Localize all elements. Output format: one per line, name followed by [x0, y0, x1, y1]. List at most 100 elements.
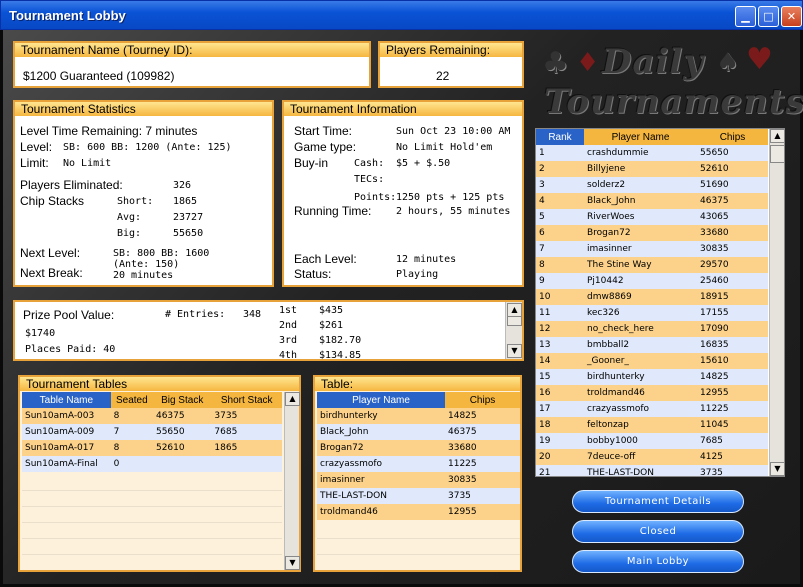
col-seated[interactable]: Seated: [110, 392, 153, 408]
next-break-label: Next Break:: [20, 266, 83, 280]
scroll-down-icon[interactable]: ▼: [770, 462, 784, 476]
col-rank[interactable]: Rank: [536, 129, 584, 145]
ranking-row[interactable]: 12 no_check_here 17090: [536, 321, 768, 337]
title-bar[interactable]: Tournament Lobby ▁ □ ✕: [0, 0, 803, 30]
payout-amount: $134.85: [319, 350, 362, 359]
player-name-cell: Brogan72: [320, 443, 364, 453]
scroll-down-icon[interactable]: ▼: [285, 556, 300, 570]
ranking-row[interactable]: 14 _Gooner_ 15610: [536, 353, 768, 369]
ranking-chips-cell: 15610: [700, 356, 729, 366]
ranking-row[interactable]: 2 Billyjene 52610: [536, 161, 768, 177]
ranking-row[interactable]: 7 imasinner 30835: [536, 241, 768, 257]
ranking-chips-cell: 11045: [700, 420, 729, 430]
col-ranking-player[interactable]: Player Name: [584, 129, 697, 145]
table-row[interactable]: Sun10amA-Final 0: [22, 456, 282, 472]
payout-amount: $435: [319, 305, 344, 316]
rank-cell: 10: [539, 292, 551, 302]
col-short-stack[interactable]: Short Stack: [211, 392, 282, 408]
ranking-scrollbar[interactable]: ▲ ▼: [769, 129, 784, 476]
ranking-row[interactable]: 18 feltonzap 11045: [536, 417, 768, 433]
seated-cell: 7: [113, 427, 120, 437]
col-chips[interactable]: Chips: [445, 392, 520, 408]
ranking-row[interactable]: 8 The Stine Way 29570: [536, 257, 768, 273]
minimize-button[interactable]: ▁: [735, 6, 756, 27]
closed-button[interactable]: Closed: [572, 520, 744, 543]
scroll-up-icon[interactable]: ▲: [285, 392, 300, 406]
tournament-details-button[interactable]: Tournament Details: [572, 490, 744, 513]
table-row[interactable]: Sun10amA-009 7 55650 7685: [22, 424, 282, 440]
ranking-player-cell: troldmand46: [587, 388, 645, 398]
short-stack-label: Short:: [117, 196, 154, 207]
rank-cell: 6: [539, 228, 545, 238]
big-stack-cell: [153, 456, 211, 472]
ranking-row[interactable]: 13 bmbball2 16835: [536, 337, 768, 353]
main-lobby-button[interactable]: Main Lobby: [572, 550, 744, 573]
ranking-row[interactable]: 16 troldmand46 12955: [536, 385, 768, 401]
ranking-chips-cell: 7685: [700, 436, 723, 446]
tournament-tables-header: Tournament Tables: [20, 377, 299, 391]
eliminated-value: 326: [173, 180, 192, 191]
scroll-up-icon[interactable]: ▲: [507, 303, 522, 317]
information-header: Tournament Information: [284, 102, 522, 116]
ranking-player-cell: The Stine Way: [587, 260, 652, 270]
status-value: Playing: [396, 269, 439, 280]
ranking-row[interactable]: 1 crashdummie 55650: [536, 145, 768, 161]
ranking-row[interactable]: 4 Black_John 46375: [536, 193, 768, 209]
rank-cell: 11: [539, 308, 551, 318]
payout-list[interactable]: 1st $435 2nd $261 3rd $182.70 4th $134.85: [279, 305, 499, 359]
tourney-name-panel: Tournament Name (Tourney ID): $1200 Guar…: [13, 41, 371, 88]
players-remaining-value: 22: [436, 69, 450, 83]
ranking-row[interactable]: 3 solderz2 51690: [536, 177, 768, 193]
ranking-player-cell: dmw8869: [587, 292, 632, 302]
ranking-player-cell: crazyassmofo: [587, 404, 650, 414]
tables-scrollbar[interactable]: ▲ ▼: [284, 392, 300, 570]
each-level-label: Each Level:: [294, 252, 357, 266]
scroll-down-icon[interactable]: ▼: [507, 344, 522, 358]
close-button[interactable]: ✕: [781, 6, 802, 27]
table-header: Table:: [315, 377, 520, 391]
table-row[interactable]: Sun10amA-003 8 46375 3735: [22, 408, 282, 424]
payout-scrollbar[interactable]: ▲ ▼: [505, 302, 522, 359]
scroll-thumb[interactable]: [507, 316, 522, 326]
ranking-row[interactable]: 6 Brogan72 33680: [536, 225, 768, 241]
player-row[interactable]: Brogan72 33680: [317, 440, 520, 456]
ranking-row[interactable]: 10 dmw8869 18915: [536, 289, 768, 305]
ranking-row[interactable]: 17 crazyassmofo 11225: [536, 401, 768, 417]
player-row[interactable]: THE-LAST-DON 3735: [317, 488, 520, 504]
ranking-player-cell: THE-LAST-DON: [587, 468, 654, 477]
maximize-button[interactable]: □: [758, 6, 779, 27]
col-ranking-chips[interactable]: Chips: [697, 129, 768, 145]
table-row[interactable]: Sun10amA-017 8 52610 1865: [22, 440, 282, 456]
col-big-stack[interactable]: Big Stack: [152, 392, 212, 408]
ranking-row[interactable]: 9 Pj10442 25460: [536, 273, 768, 289]
scroll-thumb[interactable]: [770, 145, 784, 163]
chips-cell: 46375: [448, 427, 477, 437]
limit-value: No Limit: [63, 158, 112, 169]
ranking-row[interactable]: 20 7deuce-off 4125: [536, 449, 768, 465]
players-remaining-panel: Players Remaining: 22: [378, 41, 524, 88]
ranking-chips-cell: 4125: [700, 452, 723, 462]
ranking-row[interactable]: 15 birdhunterky 14825: [536, 369, 768, 385]
entries-value: 348: [243, 309, 262, 320]
player-row[interactable]: birdhunterky 14825: [317, 408, 520, 424]
player-name-cell: imasinner: [320, 475, 365, 485]
col-player-name[interactable]: Player Name: [317, 392, 445, 408]
ranking-chips-cell: 46375: [700, 196, 729, 206]
tournament-tables-panel: Tournament Tables Table Name Seated Big …: [18, 375, 301, 572]
ranking-player-cell: imasinner: [587, 244, 632, 254]
statistics-header: Tournament Statistics: [15, 102, 272, 116]
diamond-icon: ♦: [576, 48, 600, 78]
ranking-chips-cell: 33680: [700, 228, 729, 238]
rank-cell: 20: [539, 452, 551, 462]
ranking-chips-cell: 25460: [700, 276, 729, 286]
scroll-up-icon[interactable]: ▲: [770, 129, 784, 143]
ranking-row[interactable]: 11 kec326 17155: [536, 305, 768, 321]
player-row[interactable]: troldmand46 12955: [317, 504, 520, 520]
player-row[interactable]: imasinner 30835: [317, 472, 520, 488]
player-row[interactable]: Black_John 46375: [317, 424, 520, 440]
col-table-name[interactable]: Table Name: [22, 392, 111, 408]
ranking-row[interactable]: 21 THE-LAST-DON 3735: [536, 465, 768, 477]
ranking-row[interactable]: 19 bobby1000 7685: [536, 433, 768, 449]
player-row[interactable]: crazyassmofo 11225: [317, 456, 520, 472]
ranking-row[interactable]: 5 RiverWoes 43065: [536, 209, 768, 225]
